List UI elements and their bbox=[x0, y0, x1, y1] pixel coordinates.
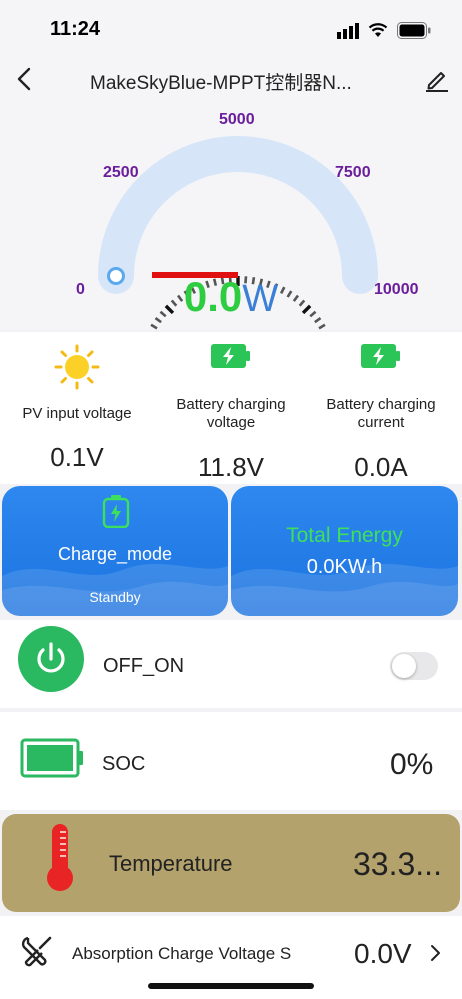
power-value: 0.0 bbox=[183, 273, 243, 320]
reading-value: 11.8V bbox=[197, 452, 264, 482]
status-bar: 11:24 bbox=[0, 0, 462, 58]
sun-icon bbox=[54, 344, 100, 390]
gauge-tick-label: 5000 bbox=[219, 111, 255, 128]
temperature-value: 33.3... bbox=[353, 846, 442, 882]
gauge-tick bbox=[150, 323, 158, 330]
battery-bolt-icon bbox=[102, 495, 130, 528]
power-button[interactable] bbox=[18, 626, 84, 692]
gauge-tick bbox=[318, 323, 326, 330]
page-title: MakeSkyBlue-MPPT控制器N... bbox=[90, 73, 352, 94]
power-switch-row: OFF_ON bbox=[0, 620, 462, 708]
edit-pencil-icon[interactable] bbox=[424, 66, 450, 92]
power-toggle[interactable] bbox=[390, 652, 438, 680]
readings-panel: PV input voltage 0.1V Battery charging vo… bbox=[0, 332, 462, 484]
reading-label: Battery charging current bbox=[326, 396, 436, 431]
charge-mode-label: Charge_mode bbox=[57, 544, 173, 564]
gauge-tick-label: 7500 bbox=[335, 164, 371, 181]
gauge-tick bbox=[314, 316, 322, 324]
battery-charging-icon bbox=[361, 344, 400, 368]
reading-label: PV input voltage bbox=[22, 405, 132, 422]
total-energy-card[interactable]: Total Energy 0.0KW.h bbox=[231, 486, 458, 616]
power-unit: W bbox=[242, 278, 279, 320]
thermometer-icon bbox=[47, 824, 73, 891]
status-time: 11:24 bbox=[50, 18, 101, 40]
battery-charging-icon bbox=[211, 344, 250, 368]
battery-level-icon bbox=[20, 738, 83, 778]
total-energy-title: Total Energy bbox=[286, 524, 403, 547]
reading-value: 0.1V bbox=[50, 442, 104, 472]
toggle-knob bbox=[392, 654, 416, 678]
temperature-label: Temperature bbox=[109, 851, 233, 876]
gauge-tick-label: 2500 bbox=[103, 164, 139, 181]
reading-battery-current: Battery charging current 0.0A bbox=[304, 332, 458, 484]
tools-icon bbox=[21, 936, 52, 967]
back-chevron-icon[interactable] bbox=[12, 64, 38, 94]
power-gauge: 0 2500 5000 7500 10000 0.0W bbox=[0, 100, 462, 330]
temperature-row: Temperature 33.3... bbox=[2, 814, 460, 912]
status-battery-icon bbox=[397, 22, 431, 39]
power-readout: 0.0W bbox=[0, 273, 462, 320]
absorption-voltage-value: 0.0V bbox=[354, 938, 412, 969]
reading-label: Battery charging voltage bbox=[176, 396, 286, 431]
reading-value: 0.0A bbox=[354, 452, 408, 482]
soc-label: SOC bbox=[102, 753, 146, 775]
power-icon bbox=[37, 642, 65, 673]
reading-pv-voltage: PV input voltage 0.1V bbox=[0, 332, 154, 484]
total-energy-value: 0.0KW.h bbox=[306, 556, 383, 578]
wifi-icon bbox=[368, 23, 388, 37]
charge-mode-card[interactable]: Charge_mode Standby bbox=[2, 486, 228, 616]
charge-mode-status: Standby bbox=[89, 589, 141, 605]
absorption-voltage-label: Absorption Charge Voltage S bbox=[72, 944, 292, 963]
reading-battery-voltage: Battery charging voltage 11.8V bbox=[154, 332, 308, 484]
chevron-right-icon bbox=[431, 945, 440, 961]
cellular-signal-icon bbox=[337, 23, 359, 39]
nav-bar: MakeSkyBlue-MPPT控制器N... bbox=[0, 58, 462, 100]
soc-value: 0% bbox=[390, 748, 434, 781]
gauge-tick bbox=[154, 316, 162, 324]
home-indicator bbox=[148, 983, 314, 989]
power-switch-label: OFF_ON bbox=[103, 655, 185, 677]
soc-row: SOC 0% bbox=[0, 712, 462, 810]
